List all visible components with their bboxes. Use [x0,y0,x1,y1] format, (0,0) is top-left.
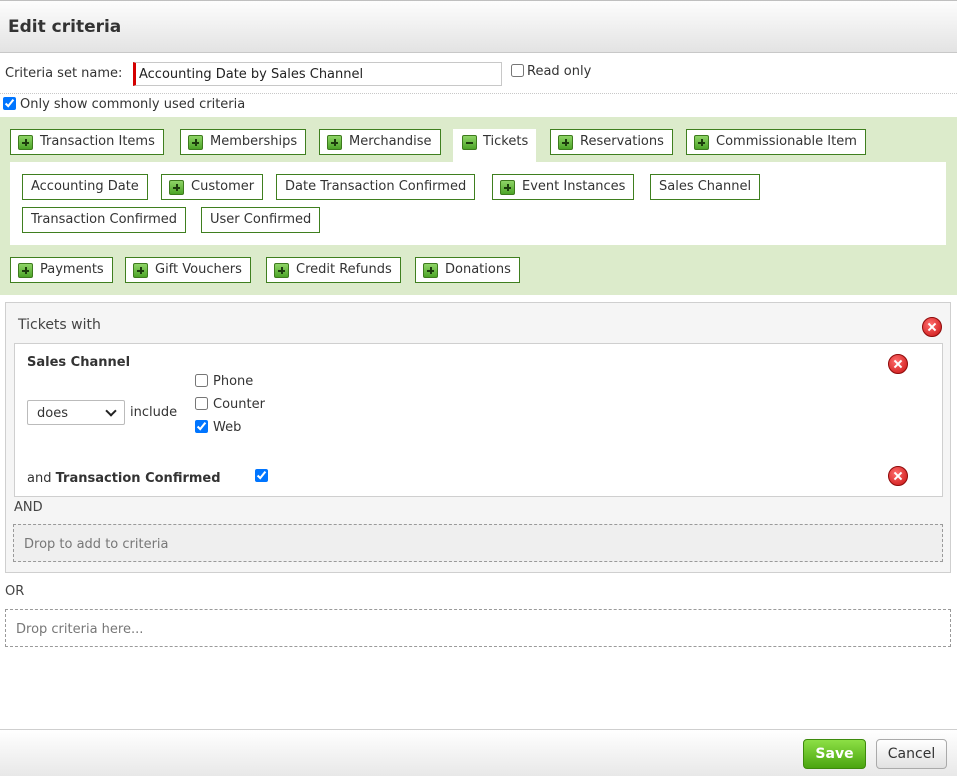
category-merchandise[interactable]: Merchandise [319,129,441,155]
expand-plus-icon [133,263,148,278]
expand-plus-icon [694,135,709,150]
category-label: Gift Vouchers [155,262,242,277]
transaction-confirmed-condition: and Transaction Confirmed [27,471,221,486]
operator-select[interactable]: does [27,400,125,425]
and-prefix: and [27,471,52,486]
chevron-down-icon [105,405,117,417]
drop-zone-outer[interactable]: Drop criteria here... [5,609,951,647]
category-donations[interactable]: Donations [415,257,520,283]
field-label: Event Instances [522,179,626,194]
criteria-group: Tickets with Sales Channel does include … [5,302,951,573]
drop-outer-placeholder: Drop criteria here... [16,622,144,637]
criteria-conditions: Sales Channel does include Phone Counter… [14,343,943,497]
expand-plus-icon [274,263,289,278]
expand-plus-icon [327,135,342,150]
common-criteria-option[interactable]: Only show commonly used criteria [3,97,245,112]
or-label: OR [5,584,25,599]
category-tickets[interactable]: Tickets [453,129,537,162]
read-only-option[interactable]: Read only [511,64,591,79]
category-payments[interactable]: Payments [10,257,113,283]
category-reservations[interactable]: Reservations [550,129,673,155]
category-label: Merchandise [349,134,432,149]
expand-plus-icon [423,263,438,278]
category-gift-vouchers[interactable]: Gift Vouchers [125,257,251,283]
category-credit-refunds[interactable]: Credit Refunds [266,257,401,283]
counter-checkbox[interactable] [195,397,208,410]
read-only-label: Read only [527,64,592,79]
drop-inner-placeholder: Drop to add to criteria [24,537,169,552]
ticket-fields-panel: Accounting Date Customer Date Transactio… [10,162,946,245]
category-label: Tickets [483,134,529,149]
common-criteria-label: Only show commonly used criteria [20,97,246,112]
collapse-minus-icon [462,135,477,150]
cancel-button[interactable]: Cancel [876,739,947,769]
sales-channel-title: Sales Channel [27,355,131,370]
field-customer[interactable]: Customer [161,174,264,200]
criteria-set-name-input[interactable] [133,62,502,86]
field-transaction-confirmed[interactable]: Transaction Confirmed [22,207,186,233]
remove-transaction-confirmed-icon[interactable] [888,466,908,486]
transaction-confirmed-title: Transaction Confirmed [55,471,221,486]
option-web[interactable]: Web [195,420,241,435]
field-user-confirmed[interactable]: User Confirmed [201,207,321,233]
expand-plus-icon [18,263,33,278]
option-label: Counter [213,397,265,412]
web-checkbox[interactable] [195,420,208,433]
field-sales-channel[interactable]: Sales Channel [650,174,761,200]
category-label: Credit Refunds [296,262,392,277]
and-label: AND [14,500,43,515]
drop-zone-inner[interactable]: Drop to add to criteria [13,524,943,562]
expand-plus-icon [188,135,203,150]
transaction-confirmed-checkbox[interactable] [255,469,268,482]
dialog-titlebar: Edit criteria [0,0,957,53]
dialog-title: Edit criteria [8,17,122,37]
category-label: Reservations [580,134,664,149]
operator-value: does [37,406,68,421]
field-accounting-date[interactable]: Accounting Date [22,174,148,200]
criteria-set-name-row: Criteria set name: Read only [5,61,955,87]
option-label: Phone [213,374,254,389]
save-button[interactable]: Save [803,739,866,769]
include-label: include [130,405,178,420]
option-counter[interactable]: Counter [195,397,265,412]
option-phone[interactable]: Phone [195,374,253,389]
category-commissionable-item[interactable]: Commissionable Item [686,129,866,155]
field-date-transaction-confirmed[interactable]: Date Transaction Confirmed [276,174,476,200]
common-criteria-checkbox[interactable] [3,97,16,110]
remove-sales-channel-icon[interactable] [888,354,908,374]
category-label: Payments [40,262,104,277]
divider [0,93,957,94]
field-event-instances[interactable]: Event Instances [492,174,635,200]
category-label: Donations [445,262,511,277]
category-label: Transaction Items [40,134,155,149]
phone-checkbox[interactable] [195,374,208,387]
field-label: Customer [191,179,255,194]
category-transaction-items[interactable]: Transaction Items [10,129,164,155]
category-memberships[interactable]: Memberships [180,129,307,155]
expand-plus-icon [558,135,573,150]
read-only-checkbox[interactable] [511,64,524,77]
expand-plus-icon [18,135,33,150]
dialog-footer: Save Cancel [0,729,957,776]
expand-plus-icon [169,180,184,195]
remove-group-icon[interactable] [922,317,942,337]
criteria-set-name-label: Criteria set name: [5,66,123,81]
category-label: Commissionable Item [716,134,857,149]
expand-plus-icon [500,180,515,195]
category-label: Memberships [210,134,298,149]
criteria-group-title: Tickets with [18,317,101,333]
option-label: Web [213,420,242,435]
